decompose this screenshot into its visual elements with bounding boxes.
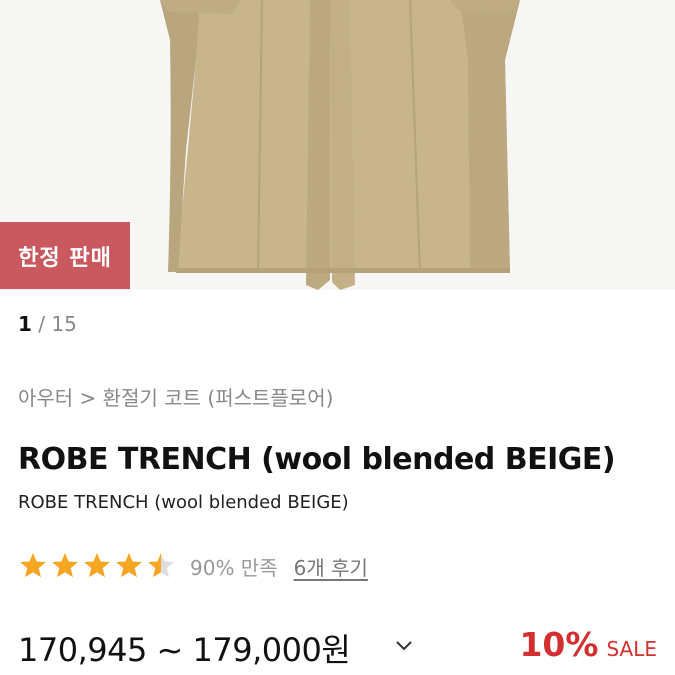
star-rating (18, 551, 178, 581)
badge-label: 한정 판매 (18, 245, 112, 271)
current-image-index: 1 (18, 312, 32, 336)
product-image[interactable]: 한정 판매 (0, 0, 675, 290)
chevron-down-icon[interactable] (392, 634, 416, 658)
rating-row: 90% 만족 6개 후기 (18, 550, 368, 582)
reviews-link[interactable]: 6개 후기 (294, 552, 368, 581)
satisfaction-rate: 90% 만족 (190, 555, 278, 580)
discount: 10% SALE (519, 625, 657, 664)
star-icon (148, 552, 174, 578)
price-range: 170,945 ~ 179,000원 (18, 631, 351, 669)
breadcrumb[interactable]: 아우터 > 환절기 코트 (퍼스트플로어) (18, 382, 333, 411)
image-counter: 1 / 15 (18, 312, 77, 336)
counter-separator: / (38, 312, 46, 336)
star-icon (116, 552, 142, 578)
sale-label: SALE (606, 637, 657, 661)
star-icon (84, 552, 110, 578)
star-icon (52, 552, 78, 578)
limited-sale-badge: 한정 판매 (0, 222, 130, 289)
product-subtitle: ROBE TRENCH (wool blended BEIGE) (18, 492, 349, 513)
total-images: 15 (51, 312, 77, 336)
discount-percent: 10% (519, 625, 599, 664)
product-title: ROBE TRENCH (wool blended BEIGE) (18, 442, 616, 477)
star-icon (20, 552, 46, 578)
